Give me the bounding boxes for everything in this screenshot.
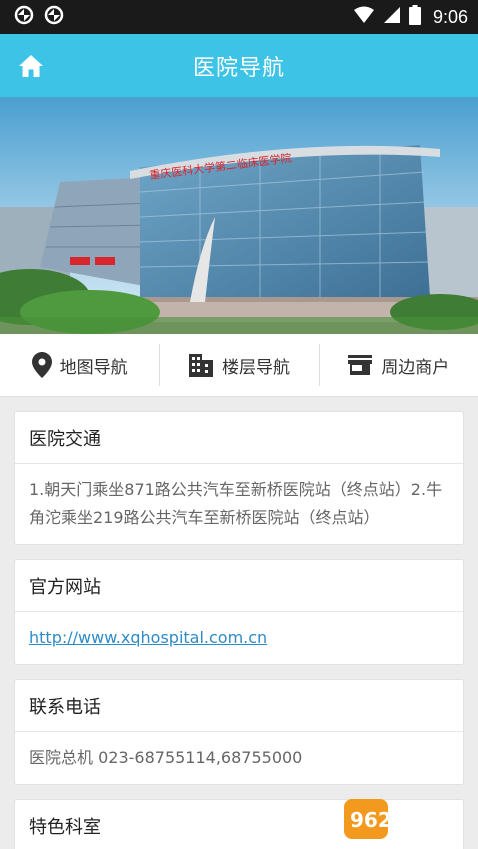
transport-card: 医院交通 1.朝天门乘坐871路公共汽车至新桥医院站（终点站）2.牛角沱乘坐21…	[14, 411, 464, 545]
tab-label: 地图导航	[59, 357, 128, 378]
watermark-sub: 乐游网	[416, 829, 449, 842]
card-text[interactable]: 医院总机 023-68755114,68755000	[15, 732, 463, 784]
nav-tabs: 地图导航 楼层导航 周边商户	[0, 334, 478, 397]
website-card: 官方网站 http://www.xqhospital.com.cn	[14, 559, 464, 665]
tab-floor-navigation[interactable]: 楼层导航	[159, 334, 318, 396]
page-title: 医院导航	[192, 55, 285, 81]
card-title: 医院交通	[15, 412, 463, 464]
status-bar: 9:06	[0, 0, 478, 34]
sync-icon	[14, 5, 34, 29]
card-title: 官方网站	[15, 560, 463, 612]
home-icon	[19, 55, 43, 77]
tab-label: 周边商户	[381, 357, 450, 378]
signal-icon	[383, 6, 401, 29]
tab-label: 楼层导航	[221, 357, 290, 378]
status-time: 9:06	[432, 6, 468, 27]
phone-card: 联系电话 医院总机 023-68755114,68755000	[14, 679, 464, 785]
sync-icon	[44, 5, 64, 29]
card-title: 联系电话	[15, 680, 463, 732]
battery-icon	[408, 4, 421, 30]
home-button[interactable]	[16, 53, 46, 79]
app-bar: 医院导航	[0, 34, 478, 97]
website-link[interactable]: http://www.xqhospital.com.cn	[29, 628, 267, 647]
hospital-photo: 重庆医科大学第二临床医学院	[0, 97, 478, 334]
tab-map-navigation[interactable]: 地图导航	[0, 334, 159, 396]
tab-nearby-merchants[interactable]: 周边商户	[318, 334, 478, 396]
wifi-icon	[353, 6, 375, 29]
watermark-logo: 962.NET 乐游网	[344, 799, 449, 842]
store-icon	[348, 355, 373, 375]
map-pin-icon	[31, 352, 52, 378]
info-list: 医院交通 1.朝天门乘坐871路公共汽车至新桥医院站（终点站）2.牛角沱乘坐21…	[0, 397, 478, 849]
card-text: 1.朝天门乘坐871路公共汽车至新桥医院站（终点站）2.牛角沱乘坐219路公共汽…	[29, 480, 443, 527]
building-icon	[188, 354, 213, 377]
